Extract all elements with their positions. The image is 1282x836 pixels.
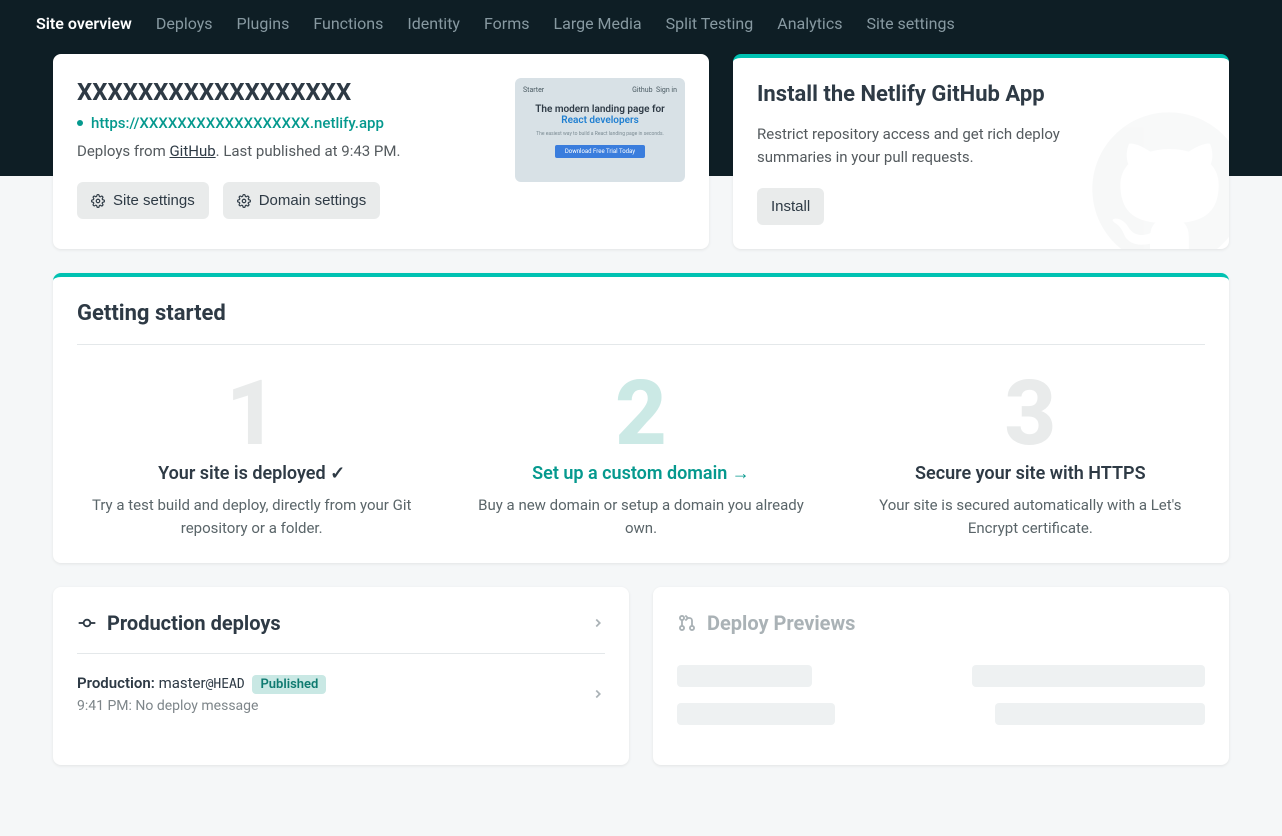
nav-analytics[interactable]: Analytics [777,14,842,41]
step-number: 3 [856,369,1205,459]
commit-icon [77,613,97,633]
step-title: Secure your site with HTTPS [856,463,1205,484]
step-desc: Buy a new domain or setup a domain you a… [466,494,815,539]
chevron-right-icon [591,687,605,701]
getting-started-title: Getting started [77,301,1205,345]
skeleton-placeholder [995,703,1205,725]
nav-forms[interactable]: Forms [484,14,530,41]
chevron-right-icon[interactable] [591,616,605,630]
step-https: 3 Secure your site with HTTPS Your site … [856,369,1205,539]
deploy-source-link[interactable]: GitHub [169,142,215,160]
production-deploys-title[interactable]: Production deploys [77,611,281,635]
install-github-app-button[interactable]: Install [757,188,824,225]
status-badge: Published [252,675,326,694]
github-app-desc: Restrict repository access and get rich … [757,123,1117,168]
step-title: Your site is deployed ✓ [77,463,426,484]
nav-deploys[interactable]: Deploys [156,14,213,41]
github-icon [1089,109,1229,249]
site-summary-card: XXXXXXXXXXXXXXXXXX https://XXXXXXXXXXXXX… [53,54,709,249]
github-app-card: Install the Netlify GitHub App Restrict … [733,54,1229,249]
step-custom-domain[interactable]: 2 Set up a custom domain → Buy a new dom… [466,369,815,539]
status-dot-icon [77,120,83,126]
deploy-previews-card: Deploy Previews [653,587,1229,765]
site-url-text: https://XXXXXXXXXXXXXXXXXX.netlify.app [91,114,384,132]
pull-request-icon [677,613,697,633]
skeleton-placeholder [972,665,1205,687]
step-number: 1 [77,369,426,459]
step-number: 2 [466,369,815,459]
site-url-link[interactable]: https://XXXXXXXXXXXXXXXXXX.netlify.app [77,114,400,132]
deploy-source-text: Deploys from GitHub. Last published at 9… [77,142,400,160]
gear-icon [91,194,105,208]
skeleton-row [677,703,1205,725]
domain-settings-button[interactable]: Domain settings [223,182,381,219]
step-desc: Try a test build and deploy, directly fr… [77,494,426,539]
site-preview-thumbnail[interactable]: Starter Github Sign in The modern landin… [515,78,685,182]
nav-site-overview[interactable]: Site overview [36,14,132,41]
step-deployed: 1 Your site is deployed ✓ Try a test bui… [77,369,426,539]
deploy-row[interactable]: Production: master@HEAD Published 9:41 P… [77,674,605,714]
production-deploys-card: Production deploys Production: master@HE… [53,587,629,765]
nav-site-settings[interactable]: Site settings [866,14,954,41]
site-settings-button[interactable]: Site settings [77,182,209,219]
deploy-previews-title: Deploy Previews [677,611,855,635]
check-icon: ✓ [330,463,345,484]
site-nav: Site overview Deploys Plugins Functions … [12,0,1270,41]
step-title-link[interactable]: Set up a custom domain → [466,463,815,484]
skeleton-placeholder [677,665,812,687]
nav-functions[interactable]: Functions [313,14,383,41]
step-desc: Your site is secured automatically with … [856,494,1205,539]
gear-icon [237,194,251,208]
skeleton-row [677,665,1205,687]
github-app-title: Install the Netlify GitHub App [757,82,1205,107]
site-name: XXXXXXXXXXXXXXXXXX [77,78,400,106]
nav-plugins[interactable]: Plugins [237,14,290,41]
nav-split-testing[interactable]: Split Testing [666,14,754,41]
nav-identity[interactable]: Identity [407,14,460,41]
getting-started-card: Getting started 1 Your site is deployed … [53,273,1229,563]
nav-large-media[interactable]: Large Media [554,14,642,41]
deploy-meta: 9:41 PM: No deploy message [77,698,326,714]
skeleton-placeholder [677,703,835,725]
